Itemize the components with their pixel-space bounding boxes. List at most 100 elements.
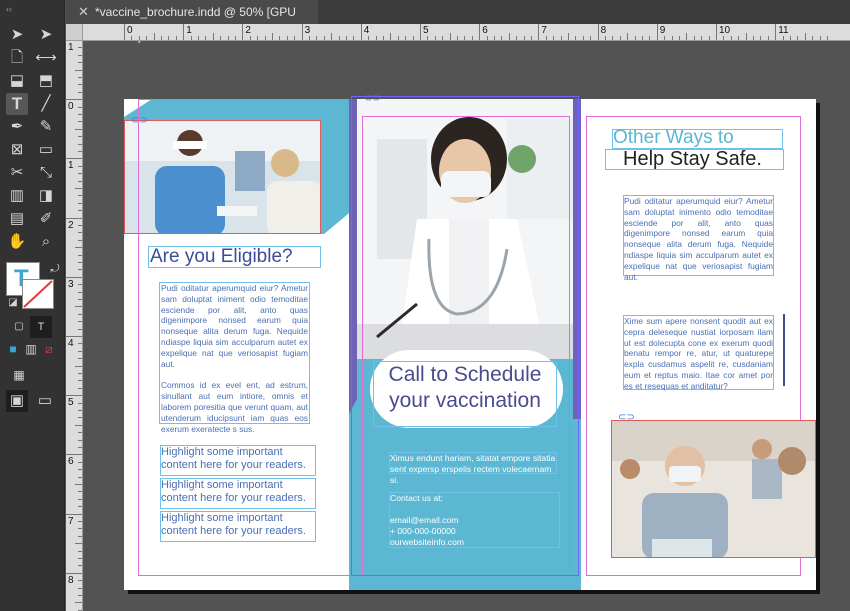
document-tab[interactable]: ✕ *vaccine_brochure.indd @ 50% [GPU Prev… xyxy=(66,0,318,43)
collapse-panel-icon[interactable]: ‹‹ xyxy=(6,4,12,14)
pen-tool-icon[interactable]: ✒ xyxy=(6,116,28,138)
ruler-tick xyxy=(66,217,82,219)
ruler-tick xyxy=(78,580,82,582)
free-transform-tool-icon[interactable]: ⤡ xyxy=(35,162,57,184)
ruler-tick xyxy=(323,36,325,40)
ruler-tick xyxy=(538,24,540,40)
tools-panel: ‹‹ ➤➤🗋⟷⬓⬒T╱✒✎⊠▭✂⤡▥◨▤✐✋⌕ T ⤾ ◪ ▢ T ■ ▥ ⧄ … xyxy=(0,0,65,611)
ruler-h-label: 9 xyxy=(659,25,666,36)
ruler-tick xyxy=(286,36,288,40)
right-heading-frame-1[interactable]: Other Ways to xyxy=(612,127,783,149)
highlight-frame-1[interactable]: Highlight some important content here fo… xyxy=(160,445,316,476)
ruler-h-label: 6 xyxy=(482,25,488,36)
ruler-tick xyxy=(78,262,82,263)
eyedropper-tool-icon[interactable]: ✐ xyxy=(35,208,57,230)
stroke-swatch[interactable] xyxy=(22,279,54,309)
type-tool-icon[interactable]: T xyxy=(6,93,28,115)
ruler-tick xyxy=(78,528,82,530)
ruler-tick xyxy=(78,558,82,559)
ruler-tick xyxy=(723,36,725,40)
ruler-tick xyxy=(78,469,82,471)
ruler-v-label: 7 xyxy=(68,515,74,527)
ruler-tick xyxy=(168,36,170,40)
pencil-tool-icon[interactable]: ✎ xyxy=(35,116,57,138)
default-fill-stroke-icon[interactable]: ◪ xyxy=(2,292,24,314)
formatting-container-icon[interactable]: ▢ xyxy=(8,316,30,338)
content-collector-icon[interactable]: ⬓ xyxy=(6,70,28,92)
hand-tool-icon[interactable]: ✋ xyxy=(6,231,28,253)
horizontal-ruler[interactable]: 0 1 2 3 4 5 6 7 8 9 10 11 xyxy=(66,24,850,41)
gap-tool-icon[interactable]: ⟷ xyxy=(35,47,57,69)
ruler-tick xyxy=(78,321,82,323)
page-tool-icon[interactable]: 🗋 xyxy=(6,47,28,69)
photo-patient-with-mask[interactable] xyxy=(611,420,816,558)
ruler-tick xyxy=(75,247,82,249)
ruler-tick xyxy=(78,136,82,138)
ruler-tick xyxy=(590,36,592,40)
screen-mode-icon[interactable]: ▦ xyxy=(8,364,30,386)
ruler-tick xyxy=(405,36,407,40)
ruler-tick xyxy=(78,84,82,86)
ruler-tick xyxy=(420,24,421,40)
ruler-tick xyxy=(486,36,488,40)
preview-mode-icon[interactable]: ▣ xyxy=(6,390,28,412)
ruler-tick xyxy=(78,173,82,175)
rectangle-frame-tool-icon[interactable]: ⊠ xyxy=(6,139,28,161)
left-heading-frame[interactable]: Are you Eligible? xyxy=(148,246,321,268)
close-tab-icon[interactable]: ✕ xyxy=(78,0,89,24)
vertical-ruler[interactable]: 1 0 1 2 3 4 5 6 7 8 xyxy=(66,40,83,611)
apply-none-icon[interactable]: ⧄ xyxy=(38,338,60,360)
ruler-tick xyxy=(78,232,82,234)
ruler-tick xyxy=(78,595,82,596)
ruler-tick xyxy=(346,36,347,40)
highlight-frame-3[interactable]: Highlight some important content here fo… xyxy=(160,511,316,542)
ruler-tick xyxy=(66,99,82,101)
content-placer-icon[interactable]: ⬒ xyxy=(35,70,57,92)
right-heading-frame-2[interactable]: Help Stay Safe. xyxy=(605,148,784,170)
ruler-tick xyxy=(827,36,828,40)
note-tool-icon[interactable]: ▤ xyxy=(6,208,28,230)
left-body-frame[interactable]: Pudi oditatur aperumquid eiur? Ametur sa… xyxy=(159,282,310,434)
right-heading-line-1: Other Ways to xyxy=(613,127,734,148)
ruler-tick xyxy=(75,484,82,485)
scissors-tool-icon[interactable]: ✂ xyxy=(6,162,28,184)
ruler-tick xyxy=(523,36,525,40)
swap-fill-stroke-icon[interactable]: ⤾ xyxy=(44,258,66,280)
ruler-h-label: 5 xyxy=(423,25,429,36)
direct-selection-tool-icon[interactable]: ➤ xyxy=(35,24,57,46)
selection-tool-icon[interactable]: ➤ xyxy=(6,24,28,46)
ruler-h-label: 8 xyxy=(600,25,607,36)
zoom-tool-icon[interactable]: ⌕ xyxy=(35,231,57,253)
ruler-tick xyxy=(368,36,370,40)
ruler-origin[interactable] xyxy=(66,24,83,41)
rectangle-tool-icon[interactable]: ▭ xyxy=(35,139,57,161)
ruler-tick xyxy=(745,33,747,40)
view-options-icon[interactable]: ▭ xyxy=(34,390,56,412)
right-body-frame-1[interactable]: Pudi oditatur aperumquid eiur? Ametur sa… xyxy=(623,195,774,282)
right-body-frame-2[interactable]: Xime sum apere nonsent quodit aut ex cep… xyxy=(623,315,774,391)
ruler-tick xyxy=(605,36,606,40)
ruler-tick xyxy=(66,336,82,337)
ruler-tick xyxy=(212,33,214,40)
highlight-frame-2[interactable]: Highlight some important content here fo… xyxy=(160,478,316,509)
ruler-tick xyxy=(501,36,503,40)
ruler-tick xyxy=(582,36,584,40)
ruler-tick xyxy=(78,402,82,404)
document-tab-bar: ✕ *vaccine_brochure.indd @ 50% [GPU Prev… xyxy=(66,0,850,43)
ruler-tick xyxy=(790,36,791,40)
ruler-tick xyxy=(153,33,155,40)
ruler-tick xyxy=(627,33,629,40)
ruler-tick xyxy=(138,36,140,40)
ruler-tick xyxy=(309,36,310,40)
ruler-tick xyxy=(457,36,458,40)
brochure-spread[interactable]: ⊂⊃ Are you Eligible? Pudi oditatur aperu… xyxy=(124,93,816,590)
ruler-tick xyxy=(78,195,82,197)
formatting-text-icon[interactable]: T xyxy=(30,316,52,338)
ruler-tick xyxy=(649,36,651,40)
ruler-tick xyxy=(642,36,643,40)
ruler-tick xyxy=(183,24,185,40)
ruler-tick xyxy=(78,565,82,567)
line-tool-icon[interactable]: ╱ xyxy=(35,93,57,115)
gradient-feather-tool-icon[interactable]: ◨ xyxy=(35,185,57,207)
gradient-swatch-tool-icon[interactable]: ▥ xyxy=(6,185,28,207)
